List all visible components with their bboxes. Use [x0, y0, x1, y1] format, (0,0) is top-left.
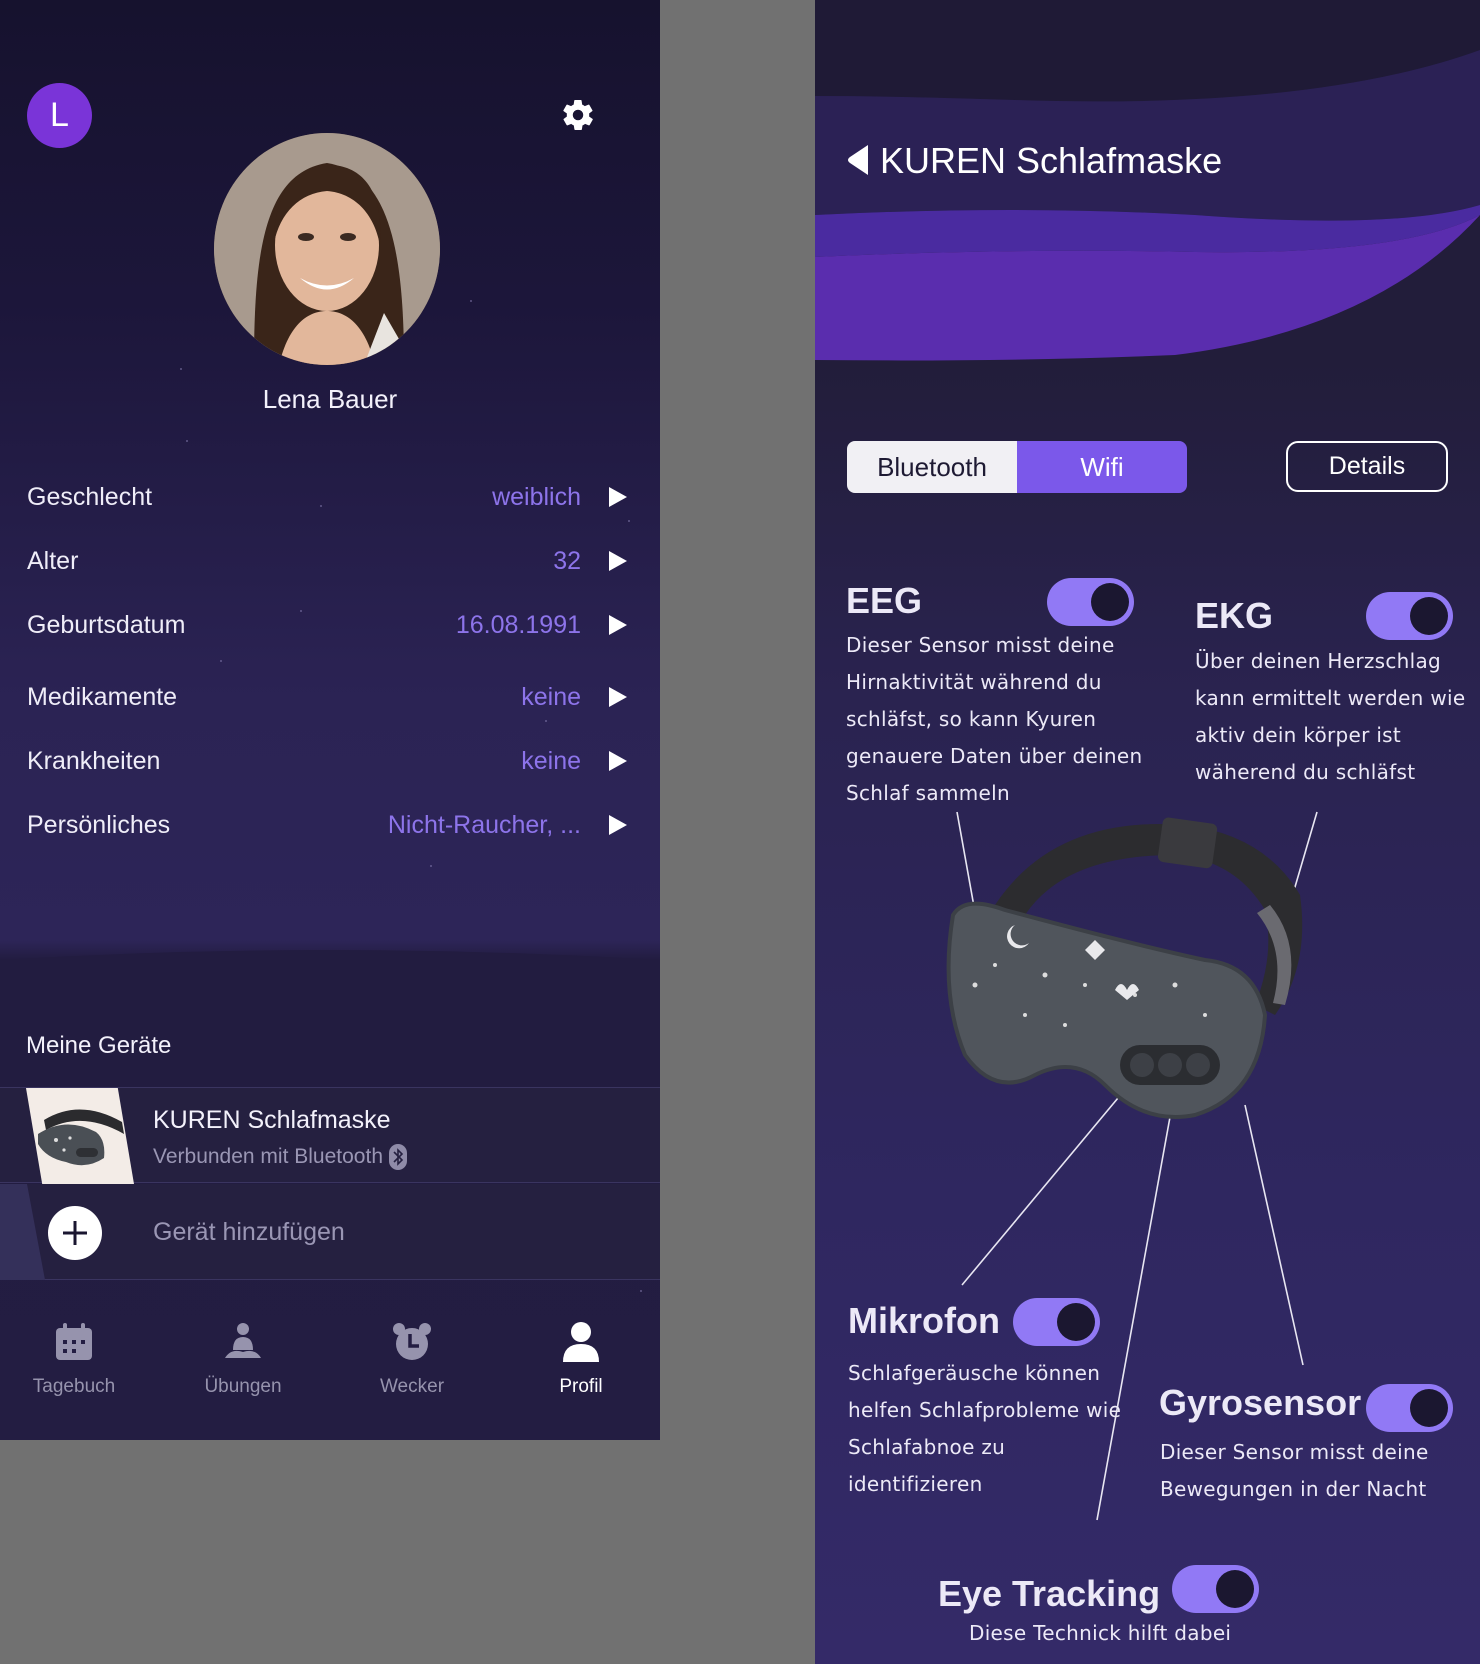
desc-line: wäherend du schläfst	[1195, 760, 1416, 784]
info-label: Geschlecht	[27, 482, 153, 511]
desc-line: kann ermittelt werden wie	[1195, 686, 1466, 710]
play-arrow-icon	[609, 615, 627, 635]
feature-title-eeg: EEG	[846, 580, 923, 621]
desc-line: Schlafabnoe zu	[848, 1435, 1006, 1459]
info-row-persoenliches[interactable]: Persönliches Nicht-Raucher, ...	[27, 805, 627, 845]
feature-title-ekg: EKG	[1195, 595, 1274, 636]
tab-uebungen[interactable]: Übungen	[183, 1320, 303, 1398]
desc-line: Bewegungen in der Nacht	[1160, 1477, 1427, 1501]
desc-line: Über deinen Herzschlag	[1195, 649, 1442, 673]
toggle-knob	[1091, 583, 1129, 621]
device-thumbnail	[26, 1088, 134, 1184]
toggle-knob	[1216, 1570, 1254, 1608]
desc-line: Dieser Sensor misst deine	[1160, 1440, 1429, 1464]
feature-title-eye-tracking: Eye Tracking	[938, 1573, 1161, 1614]
sleep-mask-image	[935, 815, 1355, 1165]
info-row-medikamente[interactable]: Medikamente keine	[27, 677, 627, 717]
desc-line: Diese Technick hilft dabei	[969, 1621, 1232, 1645]
info-value: keine	[521, 682, 581, 711]
desc-line: identifizieren	[848, 1472, 983, 1496]
info-row-krankheiten[interactable]: Krankheiten keine	[27, 741, 627, 781]
desc-line: Schlaf sammeln	[846, 781, 1010, 805]
desc-line: schläfst, so kann Kyuren	[846, 707, 1097, 731]
feature-title-mikrofon: Mikrofon	[848, 1300, 1000, 1341]
add-device-button[interactable]	[48, 1206, 102, 1260]
desc-line: helfen Schlafprobleme wie	[848, 1398, 1122, 1422]
toggle-knob	[1410, 1389, 1448, 1427]
toggle-knob	[1057, 1303, 1095, 1341]
feature-desc-mikrofon: Schlafgeräusche können helfen Schlafprob…	[848, 1355, 1121, 1503]
wave-divider	[0, 950, 660, 980]
feature-desc-eeg: Dieser Sensor misst deine Hirnaktivität …	[846, 627, 1142, 812]
info-row-geschlecht[interactable]: Geschlecht weiblich	[27, 477, 627, 517]
info-label: Geburtsdatum	[27, 610, 186, 639]
info-label: Krankheiten	[27, 746, 161, 775]
plus-icon	[63, 1221, 87, 1245]
gear-icon[interactable]	[560, 97, 596, 133]
toggle-knob	[1410, 597, 1448, 635]
desc-line: aktiv dein körper ist	[1195, 723, 1402, 747]
profile-screen: L Lena Bauer Geschlecht weiblich Alter 3…	[0, 0, 660, 1440]
tab-profil[interactable]: Profil	[521, 1320, 641, 1398]
toggle-ekg[interactable]	[1366, 592, 1453, 640]
tab-label: Profil	[559, 1376, 603, 1397]
toggle-eye-tracking[interactable]	[1172, 1565, 1259, 1613]
profile-name: Lena Bauer	[262, 384, 398, 414]
info-label: Medikamente	[27, 682, 178, 711]
play-arrow-icon	[609, 687, 627, 707]
devices-section-title: Meine Geräte	[26, 1032, 172, 1059]
bluetooth-icon	[389, 1144, 407, 1170]
feature-desc-ekg: Über deinen Herzschlag kann ermittelt we…	[1195, 643, 1465, 791]
device-name: KUREN Schlafmaske	[153, 1106, 391, 1134]
info-value: Nicht-Raucher, ...	[387, 810, 581, 839]
play-arrow-icon	[609, 487, 627, 507]
bottom-tab-bar: Tagebuch Übungen Wecker Profil	[0, 1300, 660, 1420]
info-row-geburtsdatum[interactable]: Geburtsdatum 16.08.1991	[27, 605, 627, 645]
add-device-row[interactable]: Gerät hinzufügen	[0, 1184, 660, 1280]
tab-tagebuch[interactable]: Tagebuch	[14, 1320, 134, 1398]
tab-label: Übungen	[204, 1376, 282, 1397]
device-status: Verbunden mit Bluetooth	[153, 1144, 407, 1170]
device-status-text: Verbunden mit Bluetooth	[153, 1145, 383, 1168]
info-value: keine	[521, 746, 581, 775]
add-device-label: Gerät hinzufügen	[153, 1218, 345, 1246]
meditation-icon	[225, 1323, 261, 1358]
info-row-alter[interactable]: Alter 32	[27, 541, 627, 581]
user-avatar[interactable]: L	[27, 83, 92, 148]
desc-line: genauere Daten über deinen	[846, 744, 1143, 768]
info-value: 16.08.1991	[455, 610, 581, 639]
device-detail-screen: KUREN Schlafmaske Bluetooth Wifi Details	[815, 0, 1480, 1664]
feature-desc-gyrosensor: Dieser Sensor misst deine Bewegungen in …	[1160, 1434, 1429, 1508]
play-arrow-icon	[609, 751, 627, 771]
play-arrow-icon	[609, 551, 627, 571]
tab-label: Tagebuch	[32, 1376, 116, 1397]
add-row-decoration	[0, 1184, 45, 1280]
user-icon	[563, 1322, 599, 1362]
info-value: weiblich	[492, 482, 581, 511]
tab-wecker[interactable]: Wecker	[352, 1320, 472, 1398]
profile-photo[interactable]	[214, 133, 440, 365]
feature-desc-eye-tracking: Diese Technick hilft dabei	[969, 1615, 1231, 1652]
tab-label: Wecker	[379, 1376, 445, 1397]
play-arrow-icon	[609, 815, 627, 835]
calendar-icon	[56, 1323, 92, 1360]
toggle-gyrosensor[interactable]	[1366, 1384, 1453, 1432]
toggle-mikrofon[interactable]	[1013, 1298, 1100, 1346]
toggle-eeg[interactable]	[1047, 578, 1134, 626]
info-label: Alter	[27, 546, 79, 575]
desc-line: Schlafgeräusche können	[848, 1361, 1101, 1385]
alarm-clock-icon	[393, 1323, 431, 1360]
feature-title-gyrosensor: Gyrosensor	[1159, 1382, 1362, 1423]
info-label: Persönliches	[27, 810, 171, 839]
desc-line: Dieser Sensor misst deine	[846, 633, 1115, 657]
device-row[interactable]: KUREN Schlafmaske Verbunden mit Bluetoot…	[0, 1087, 660, 1184]
info-value: 32	[553, 546, 581, 575]
desc-line: Hirnaktivität während du	[846, 670, 1102, 694]
avatar-initial: L	[50, 96, 69, 134]
